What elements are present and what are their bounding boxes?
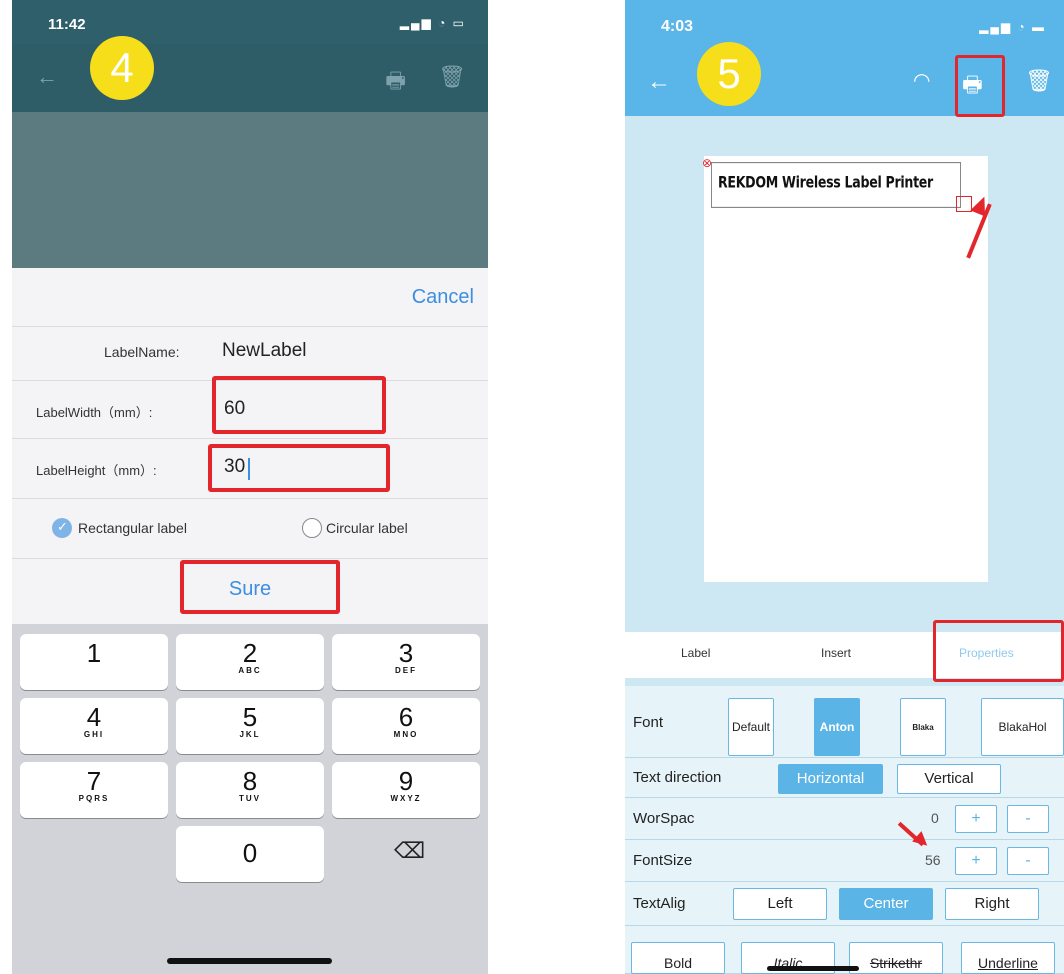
font-size-value: 56 bbox=[925, 852, 941, 868]
align-left-button[interactable]: Left bbox=[733, 888, 827, 920]
text-style-row: Bold Italic Strikethr Underline bbox=[625, 926, 1064, 974]
label-height-label: LabelHeight（mm）: bbox=[36, 463, 157, 478]
text-direction-row: Text direction Horizontal Vertical bbox=[625, 758, 1064, 798]
label-canvas[interactable]: REKDOM Wireless Label Printer ⊗ bbox=[702, 156, 988, 582]
label-name-field[interactable]: NewLabel bbox=[222, 340, 307, 362]
numeric-keypad: 1 2 ABC 3 DEF 4 GHI 5 JKL 6 MNO 7 PQRS 8 TUV 9W… bbox=[12, 624, 488, 974]
key-4[interactable]: 4 GHI bbox=[20, 698, 168, 754]
text-align-label: TextAlig bbox=[633, 895, 686, 912]
right-phone-screen: 4:03 ▂▄▆ ◔ ▬ ← ◠ 🖶 🗑 5 REKDOM Wireless L… bbox=[625, 0, 1064, 974]
key-9[interactable]: 9 WXYZ bbox=[332, 762, 480, 818]
word-spacing-plus-button[interactable]: + bbox=[955, 805, 997, 833]
align-right-button[interactable]: Right bbox=[945, 888, 1039, 920]
home-indicator bbox=[167, 958, 332, 964]
circular-radio[interactable] bbox=[302, 518, 322, 538]
delete-key-icon[interactable]: ⌫ bbox=[394, 838, 425, 864]
delete-element-icon[interactable]: ⊗ bbox=[702, 156, 712, 170]
status-time: 4:03 bbox=[661, 18, 694, 35]
bold-button[interactable]: Bold bbox=[631, 942, 725, 974]
highlight-box bbox=[933, 620, 1064, 682]
printer-icon[interactable]: 🖶 bbox=[385, 64, 406, 102]
horizontal-button[interactable]: Horizontal bbox=[778, 764, 883, 794]
vertical-button[interactable]: Vertical bbox=[897, 764, 1001, 794]
tab-label[interactable]: Label bbox=[681, 646, 710, 660]
key-3[interactable]: 3 DEF bbox=[332, 634, 480, 690]
highlight-box bbox=[208, 444, 390, 492]
divider bbox=[12, 558, 488, 559]
font-size-row: FontSize 56 + - bbox=[625, 840, 1064, 882]
divider bbox=[12, 498, 488, 499]
divider bbox=[12, 326, 488, 327]
align-center-button[interactable]: Center bbox=[839, 888, 933, 920]
tab-insert[interactable]: Insert bbox=[821, 646, 851, 660]
label-width-label: LabelWidth（mm）: bbox=[36, 405, 153, 420]
step-number-badge: 5 bbox=[697, 42, 761, 106]
text-align-row: TextAlig Left Center Right bbox=[625, 882, 1064, 926]
new-label-dialog: Cancel LabelName: NewLabel LabelWidth（mm… bbox=[12, 268, 488, 624]
key-8[interactable]: 8 TUV bbox=[176, 762, 324, 818]
rectangular-radio[interactable]: ✓ bbox=[52, 518, 72, 538]
signal-wifi-battery-icon: ▂▄▆ ◔ ▬ bbox=[979, 20, 1046, 34]
font-anton-button[interactable]: Anton bbox=[814, 698, 860, 756]
top-nav-bar: ← 🖶 🗑 bbox=[12, 44, 488, 112]
step-number-badge: 4 bbox=[90, 36, 154, 100]
word-spacing-value: 0 bbox=[931, 810, 939, 826]
font-blakahol-button[interactable]: BlakaHol bbox=[981, 698, 1064, 756]
font-blaka-button[interactable]: Blaka bbox=[900, 698, 946, 756]
trash-icon[interactable]: 🗑 bbox=[1025, 68, 1053, 94]
key-6[interactable]: 6 MNO bbox=[332, 698, 480, 754]
font-row: Font Default Anton Blaka BlakaHol bbox=[625, 686, 1064, 758]
key-2[interactable]: 2 ABC bbox=[176, 634, 324, 690]
properties-panel: Font Default Anton Blaka BlakaHol Text d… bbox=[625, 686, 1064, 974]
label-name-label: LabelName: bbox=[104, 344, 180, 360]
key-7[interactable]: 7 PQRS bbox=[20, 762, 168, 818]
word-spacing-row: WorSpac 0 + - bbox=[625, 798, 1064, 840]
highlight-box bbox=[180, 560, 340, 614]
wifi-icon[interactable]: ◠ bbox=[913, 68, 930, 93]
text-element[interactable]: REKDOM Wireless Label Printer bbox=[711, 162, 961, 208]
font-size-label: FontSize bbox=[633, 852, 693, 869]
back-arrow-icon[interactable]: ← bbox=[647, 68, 671, 96]
key-5[interactable]: 5 JKL bbox=[176, 698, 324, 754]
highlight-box bbox=[212, 376, 386, 434]
key-1[interactable]: 1 bbox=[20, 634, 168, 690]
signal-wifi-battery-icon: ▂▄▆ ◔ ▭ bbox=[399, 16, 466, 30]
highlight-box bbox=[955, 55, 1005, 117]
dimmed-background-overlay bbox=[12, 112, 488, 268]
font-size-minus-button[interactable]: - bbox=[1007, 847, 1049, 875]
underline-button[interactable]: Underline bbox=[961, 942, 1055, 974]
status-bar: 4:03 ▂▄▆ ◔ ▬ bbox=[625, 0, 1064, 50]
strikethrough-button[interactable]: Strikethr bbox=[849, 942, 943, 974]
home-indicator bbox=[767, 966, 859, 971]
word-spacing-minus-button[interactable]: - bbox=[1007, 805, 1049, 833]
status-time: 11:42 bbox=[48, 16, 86, 33]
font-default-button[interactable]: Default bbox=[728, 698, 774, 756]
word-spacing-label: WorSpac bbox=[633, 810, 695, 827]
left-phone-screen: 11:42 ▂▄▆ ◔ ▭ ← 🖶 🗑 4 Cancel LabelName: … bbox=[12, 0, 488, 974]
cancel-button[interactable]: Cancel bbox=[412, 286, 474, 309]
divider bbox=[12, 438, 488, 439]
trash-icon[interactable]: 🗑 bbox=[438, 64, 466, 90]
font-label: Font bbox=[633, 714, 664, 731]
rectangular-label-text: Rectangular label bbox=[78, 520, 187, 536]
status-bar: 11:42 ▂▄▆ ◔ ▭ bbox=[12, 0, 488, 44]
font-size-plus-button[interactable]: + bbox=[955, 847, 997, 875]
key-0[interactable]: 0 bbox=[176, 826, 324, 882]
back-arrow-icon[interactable]: ← bbox=[36, 64, 58, 90]
text-direction-label: Text direction bbox=[633, 769, 722, 786]
circular-label-text: Circular label bbox=[326, 520, 408, 536]
